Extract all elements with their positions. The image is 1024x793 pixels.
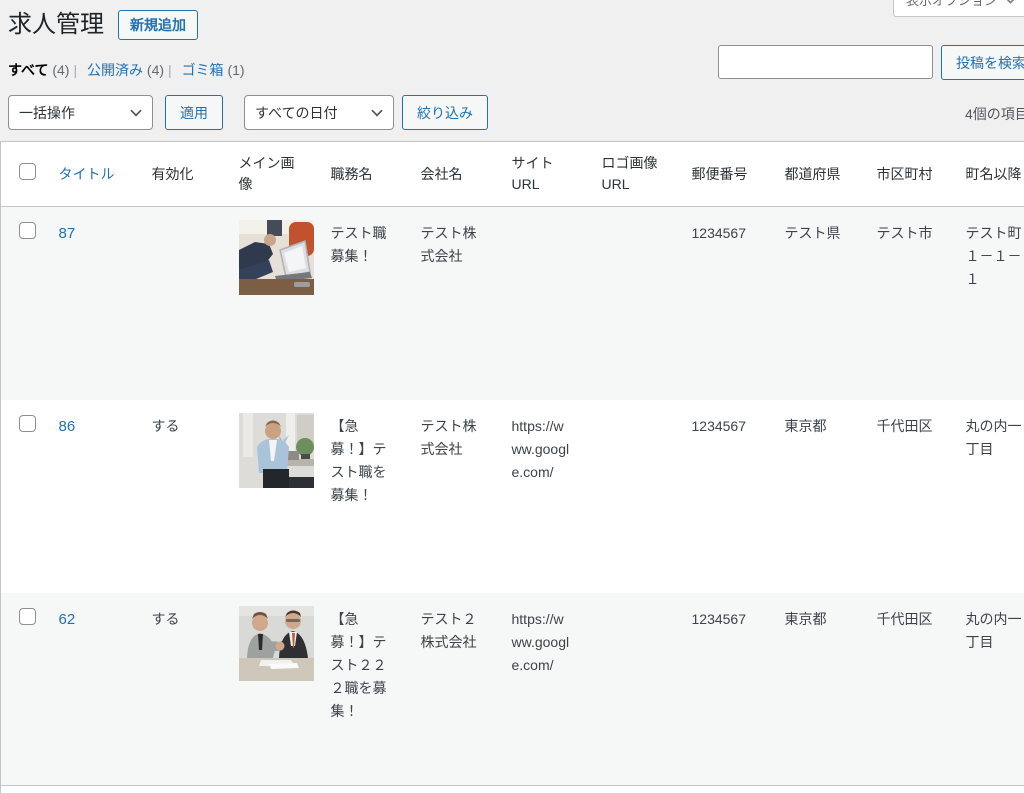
column-header-enabled: 有効化	[142, 142, 229, 207]
posts-table: タイトル 有効化 メイン画像 職務名 会社名 サイトURL ロゴ画像URL 郵便…	[0, 141, 1024, 793]
table-row: 62 する	[1, 593, 1024, 786]
column-header-job-title: 職務名	[321, 142, 411, 207]
search-box: 投稿を検索	[718, 45, 1024, 80]
main-image-thumbnail	[239, 413, 314, 488]
add-new-button[interactable]: 新規追加	[118, 10, 198, 40]
cell-postal-code: 1234567	[682, 400, 775, 593]
cell-logo-url	[592, 400, 682, 593]
cell-postal-code: 1234567	[682, 593, 775, 786]
bulk-action-selected-value: 一括操作	[19, 103, 75, 123]
table-row: 86 する	[1, 400, 1024, 593]
table-row: 87	[1, 207, 1024, 400]
row-checkbox[interactable]	[19, 415, 36, 432]
column-header-title[interactable]: タイトル	[59, 166, 115, 182]
column-header-main-image: メイン画像	[229, 142, 321, 207]
table-header-row: タイトル 有効化 メイン画像 職務名 会社名 サイトURL ロゴ画像URL 郵便…	[1, 142, 1024, 207]
cell-company: テスト株式会社	[411, 207, 502, 400]
view-filter-all: すべて (4)|	[8, 62, 87, 78]
cell-address: 丸の内一丁目	[956, 593, 1024, 786]
cell-prefecture: テスト県	[775, 207, 867, 400]
search-input[interactable]	[718, 45, 933, 79]
bulk-action-select[interactable]: 一括操作	[8, 95, 153, 130]
cell-enabled: する	[142, 400, 229, 593]
table-toolbar: 一括操作 適用 すべての日付 絞り込み 4個の項目	[8, 95, 1024, 130]
row-title-link[interactable]: 87	[59, 225, 76, 242]
date-filter-selected-value: すべての日付	[255, 103, 337, 123]
table-footer-row	[1, 786, 1024, 793]
row-title-link[interactable]: 86	[59, 418, 76, 435]
column-header-logo-url: ロゴ画像URL	[592, 142, 682, 207]
main-image-thumbnail	[239, 220, 314, 295]
apply-button[interactable]: 適用	[165, 95, 223, 130]
chevron-down-icon	[371, 109, 383, 117]
search-submit-button[interactable]: 投稿を検索	[941, 45, 1024, 80]
items-count: 4個の項目	[965, 104, 1024, 124]
cell-enabled: する	[142, 593, 229, 786]
admin-page: 表示オプション 求人管理 新規追加 すべて (4)| 公開済み (4)| ゴミ箱…	[0, 0, 1024, 793]
cell-address: テスト町１－１－１	[956, 207, 1024, 400]
cell-postal-code: 1234567	[682, 207, 775, 400]
filter-button[interactable]: 絞り込み	[402, 95, 488, 130]
cell-site-url: https://www.google.com/	[502, 593, 592, 786]
cell-logo-url	[592, 593, 682, 786]
cell-site-url: https://www.google.com/	[502, 400, 592, 593]
cell-company: テスト株式会社	[411, 400, 502, 593]
cell-prefecture: 東京都	[775, 400, 867, 593]
cell-site-url	[502, 207, 592, 400]
view-filter-trash-link[interactable]: ゴミ箱	[182, 62, 224, 78]
column-header-prefecture: 都道府県	[775, 142, 867, 207]
cell-logo-url	[592, 207, 682, 400]
row-checkbox[interactable]	[19, 608, 36, 625]
view-filter-published-link[interactable]: 公開済み	[87, 62, 143, 78]
cell-city: 千代田区	[867, 593, 956, 786]
cell-job-title: 【急募！】テスト職を募集！	[321, 400, 411, 593]
chevron-down-icon	[130, 109, 142, 117]
cell-city: テスト市	[867, 207, 956, 400]
row-checkbox[interactable]	[19, 222, 36, 239]
column-header-postal-code: 郵便番号	[682, 142, 775, 207]
date-filter-select[interactable]: すべての日付	[244, 95, 394, 130]
column-header-company: 会社名	[411, 142, 502, 207]
view-filter-trash: ゴミ箱 (1)	[182, 62, 245, 78]
cell-prefecture: 東京都	[775, 593, 867, 786]
cell-job-title: テスト職募集！	[321, 207, 411, 400]
view-filter-published: 公開済み (4)|	[87, 62, 182, 78]
main-image-thumbnail	[239, 606, 314, 681]
page-title: 求人管理	[8, 10, 104, 40]
row-title-link[interactable]: 62	[59, 611, 76, 628]
cell-enabled	[142, 207, 229, 400]
view-filter-all-link[interactable]: すべて	[8, 62, 48, 78]
cell-job-title: 【急募！】テスト２２２職を募集！	[321, 593, 411, 786]
column-header-site-url: サイトURL	[502, 142, 592, 207]
column-header-address: 町名以降	[956, 142, 1024, 207]
column-header-city: 市区町村	[867, 142, 956, 207]
cell-address: 丸の内一丁目	[956, 400, 1024, 593]
select-all-checkbox[interactable]	[19, 163, 36, 180]
cell-company: テスト２株式会社	[411, 593, 502, 786]
cell-city: 千代田区	[867, 400, 956, 593]
